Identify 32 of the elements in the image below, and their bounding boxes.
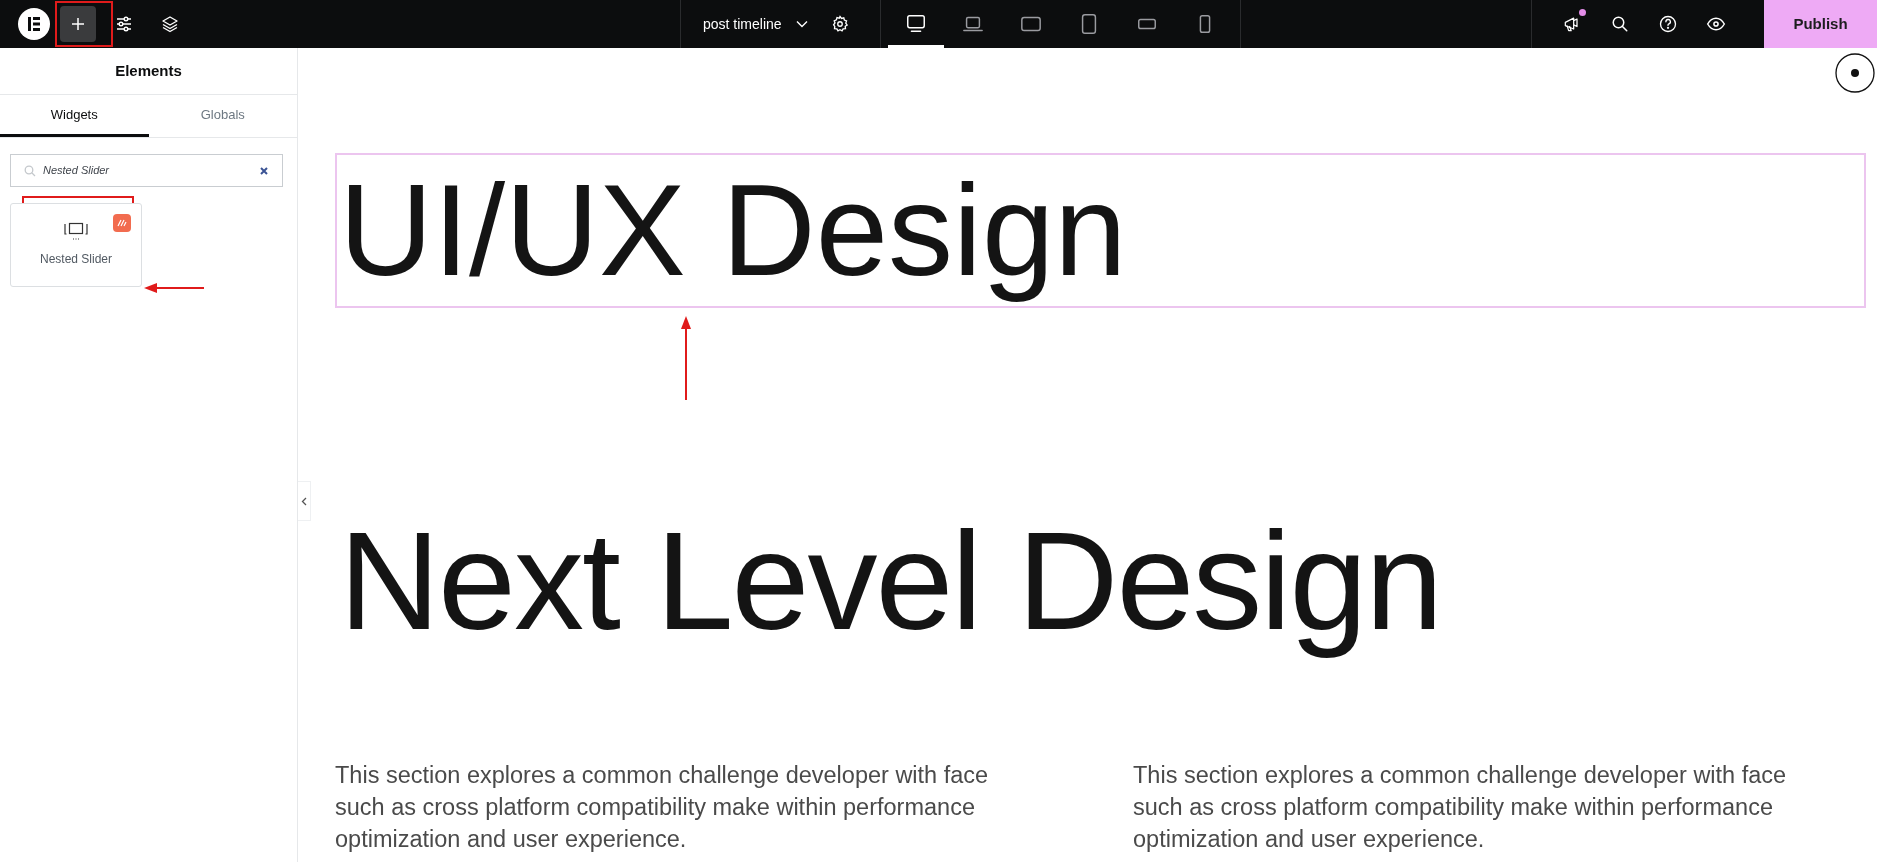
search-icon bbox=[24, 164, 36, 177]
logo-icon[interactable] bbox=[18, 8, 50, 40]
target-icon[interactable] bbox=[1835, 53, 1875, 93]
monitor-icon bbox=[904, 13, 927, 35]
gear-icon bbox=[830, 15, 849, 33]
slider-icon bbox=[63, 221, 89, 242]
panel-tab[interactable]: Widgets bbox=[0, 95, 149, 137]
chevron-down-icon bbox=[795, 20, 808, 28]
paragraph: This section explores a common challenge developer with face such as cross platform compatibility make within performance optimization and user experience. bbox=[335, 761, 990, 855]
search-field[interactable]: Nested Slider bbox=[10, 153, 283, 187]
panel-tab[interactable]: Globals bbox=[148, 95, 297, 137]
widget-label: Nested Slider bbox=[39, 250, 112, 268]
page-title-dropdown[interactable]: post timeline bbox=[703, 13, 808, 35]
eye-icon bbox=[1706, 14, 1726, 34]
panel-title: Elements bbox=[115, 60, 182, 81]
search-icon bbox=[1611, 15, 1629, 33]
layers-icon bbox=[161, 15, 179, 33]
pro-icon bbox=[117, 217, 127, 228]
widget-card[interactable]: Nested Slider bbox=[10, 202, 142, 287]
paragraph: This section explores a common challenge developer with face such as cross platform compatibility make within performance optimization and user experience. bbox=[1133, 761, 1788, 855]
sliders-icon bbox=[115, 15, 133, 33]
help-icon bbox=[1659, 15, 1677, 33]
clear-icon[interactable] bbox=[259, 165, 269, 176]
annotation-arrow bbox=[144, 282, 206, 294]
heading: UI/UX Design bbox=[339, 156, 1128, 305]
selected-heading-frame[interactable]: UI/UX Design bbox=[335, 153, 1866, 308]
publish-button[interactable]: Publish bbox=[1764, 0, 1877, 48]
add-element-button[interactable] bbox=[60, 6, 96, 42]
plus-icon bbox=[70, 16, 86, 32]
annotation-box bbox=[55, 1, 113, 47]
heading: Next Level Design bbox=[339, 500, 1443, 661]
chevron-left-icon bbox=[301, 496, 307, 506]
